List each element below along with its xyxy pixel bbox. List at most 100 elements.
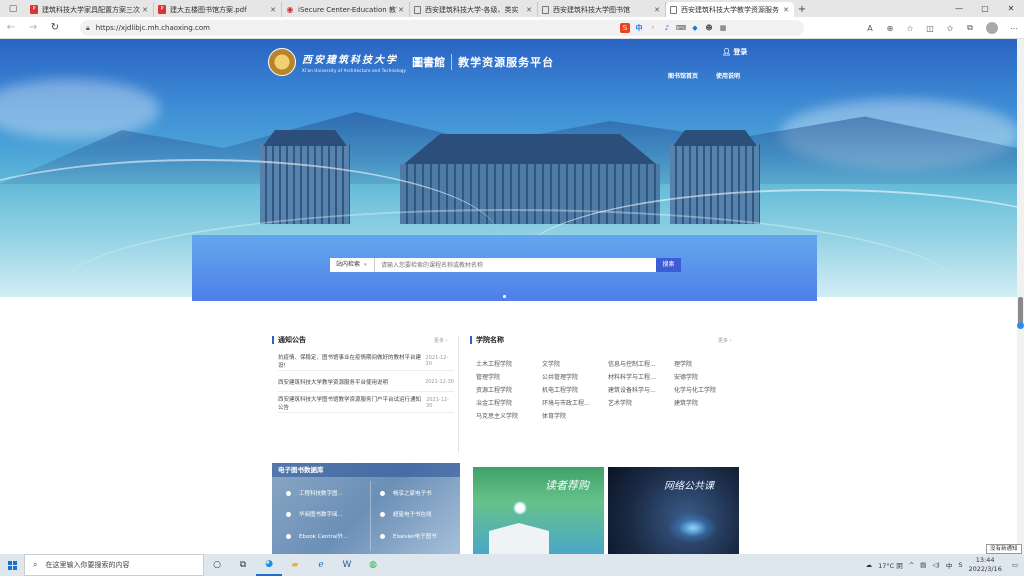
ie-browser-icon[interactable]: ℯ <box>308 554 334 576</box>
tab-4[interactable]: 西安建筑科技大学图书馆 ✕ <box>538 2 666 17</box>
clock[interactable]: 13:44 2022/3/16 <box>969 556 1002 574</box>
college-item[interactable]: 建筑学院 <box>674 398 740 407</box>
close-icon[interactable]: ✕ <box>782 6 790 14</box>
keyboard-icon[interactable]: ⌨ <box>676 23 686 33</box>
ebook-link[interactable]: Ebook Central外... <box>286 532 348 540</box>
more-menu-icon[interactable]: ⋯ <box>1004 24 1024 33</box>
notice-panel: 通知公告 更多 › 抗疫情、保稳定、图书馆事业在疫情期间做好的教材平台建设! 2… <box>272 335 454 455</box>
notice-item[interactable]: 西安建筑科技大学图书馆教学资源服务门户平台试运行通知公告 2021-12-30 <box>278 393 454 413</box>
college-item[interactable]: 冶金工程学院 <box>476 398 542 407</box>
new-tab-button[interactable]: + <box>794 2 810 17</box>
volume-icon[interactable]: ◁) <box>932 561 940 569</box>
ebook-link-label: 畅享之家电子书 <box>393 491 432 497</box>
person-icon[interactable]: ☻ <box>704 23 714 33</box>
sogou-icon[interactable]: S <box>620 23 630 33</box>
close-icon[interactable]: ✕ <box>525 6 533 14</box>
vertical-scrollbar[interactable] <box>1017 39 1024 554</box>
search-scope-label: 站内检索 <box>336 261 361 268</box>
favorites-icon[interactable]: ✩ <box>940 24 960 33</box>
online-course-banner[interactable]: 网络公共课 <box>608 467 739 554</box>
wechat-icon[interactable]: ◍ <box>360 554 386 576</box>
college-item[interactable]: 信息与控制工程... <box>608 359 674 368</box>
tab-2[interactable]: ◉ iSecure Center-Education 教育科 ✕ <box>282 2 410 17</box>
taskbar-search-box[interactable]: ⌕ 在这里输入你要搜索的内容 <box>24 554 204 576</box>
sogou-tray-icon[interactable]: S <box>958 561 962 569</box>
college-item[interactable]: 公共管理学院 <box>542 372 608 381</box>
voice-icon[interactable]: ♪ <box>662 23 672 33</box>
college-item[interactable]: 土木工程学院 <box>476 359 542 368</box>
maximize-icon[interactable]: ▢ <box>972 0 998 17</box>
tab-5-active[interactable]: 西安建筑科技大学教学资源服务 ✕ <box>666 2 794 17</box>
pdf-icon: P <box>158 5 166 14</box>
close-icon[interactable]: ✕ <box>141 6 149 14</box>
network-icon[interactable]: ▤ <box>920 561 926 569</box>
ebook-link[interactable]: 工程科技数字图... <box>286 489 343 497</box>
minimize-icon[interactable]: — <box>946 0 972 17</box>
task-view-icon[interactable]: ⧉ <box>230 554 256 576</box>
tab-1[interactable]: P 建大五楼图书馆方案.pdf ✕ <box>154 2 282 17</box>
reader-recommend-banner[interactable]: 读者荐购 <box>473 467 604 554</box>
ime-icon[interactable]: 中 <box>634 23 644 33</box>
nav-library-home[interactable]: 图书馆首页 <box>668 71 698 80</box>
college-item[interactable]: 管理学院 <box>476 372 542 381</box>
tab-actions-icon[interactable]: ▢ <box>0 0 26 17</box>
grid-icon[interactable]: ▦ <box>718 23 728 33</box>
start-button[interactable] <box>0 554 24 576</box>
word-icon[interactable]: W <box>334 554 360 576</box>
college-item[interactable]: 化学与化工学院 <box>674 385 740 394</box>
login-link[interactable]: 👤︎ 登录 <box>722 47 747 57</box>
ebook-link[interactable]: 畅享之家电子书 <box>380 489 432 497</box>
split-screen-icon[interactable]: ◫ <box>920 24 940 33</box>
college-item[interactable]: 理学院 <box>674 359 740 368</box>
profile-avatar[interactable] <box>986 22 998 34</box>
notice-item[interactable]: 西安建筑科技大学教学资源服务平台使用说明 2021-12-30 <box>278 372 454 392</box>
close-icon[interactable]: ✕ <box>653 6 661 14</box>
ebook-link[interactable]: Elsevier电子图书 <box>380 532 437 540</box>
tablet-glow-image <box>668 513 718 543</box>
college-item[interactable]: 艺术学院 <box>608 398 674 407</box>
tab-3[interactable]: 西安建筑科技大学-各级、类实 ✕ <box>410 2 538 17</box>
college-more-link[interactable]: 更多 › <box>718 337 732 344</box>
tab-0[interactable]: P 建筑科技大学家具配置方案三次 ✕ <box>26 2 154 17</box>
college-item[interactable]: 马克思主义学院 <box>476 411 542 420</box>
college-item[interactable]: 安德学院 <box>674 372 740 381</box>
college-item[interactable]: 建筑设备科学与... <box>608 385 674 394</box>
close-icon[interactable]: ✕ <box>269 6 277 14</box>
college-item[interactable]: 材料科学与工程... <box>608 372 674 381</box>
search-input[interactable] <box>375 258 656 272</box>
notice-item[interactable]: 抗疫情、保稳定、图书馆事业在疫情期间做好的教材平台建设! 2021-12-30 <box>278 351 454 371</box>
college-item[interactable]: 资源工程学院 <box>476 385 542 394</box>
notification-center-icon[interactable]: ▭ <box>1012 561 1018 569</box>
college-item[interactable]: 体育学院 <box>542 411 608 420</box>
search-scope-select[interactable]: 站内检索 ▾ <box>330 258 375 272</box>
refresh-icon[interactable]: ↻ <box>44 22 66 33</box>
back-icon[interactable]: ← <box>0 22 22 33</box>
collections-icon[interactable]: ⧉ <box>960 23 980 33</box>
site-logo[interactable]: 西安建筑科技大学 Xi'an University of Architectur… <box>268 47 554 77</box>
college-item[interactable]: 机电工程学院 <box>542 385 608 394</box>
tray-chevron-icon[interactable]: ^ <box>909 561 914 569</box>
search-panel: 站内检索▾ 搜索 <box>192 235 817 301</box>
ebook-link[interactable]: 超星电子书在线 <box>380 510 432 518</box>
college-item[interactable]: 文学院 <box>542 359 608 368</box>
college-item[interactable]: 环境与市政工程... <box>542 398 608 407</box>
nav-instructions[interactable]: 使用说明 <box>716 71 740 80</box>
cortana-icon[interactable]: ○ <box>204 554 230 576</box>
close-window-icon[interactable]: ✕ <box>998 0 1024 17</box>
punctuation-icon[interactable]: ◦ <box>648 23 658 33</box>
file-explorer-icon[interactable]: ▰ <box>282 554 308 576</box>
forward-icon[interactable]: → <box>22 22 44 33</box>
zoom-icon[interactable]: ⊕ <box>880 24 900 33</box>
favorite-star-icon[interactable]: ☆ <box>900 24 920 33</box>
edge-browser-icon[interactable]: ◕ <box>256 554 282 576</box>
read-aloud-icon[interactable]: A <box>860 24 880 33</box>
carousel-indicator[interactable] <box>503 295 506 298</box>
ebook-link[interactable]: 华阅图书数字阅... <box>286 510 343 518</box>
ime-indicator[interactable]: 中 <box>946 560 953 570</box>
search-button[interactable]: 搜索 <box>656 258 681 272</box>
weather-text[interactable]: 17°C 阴 <box>878 560 903 570</box>
close-icon[interactable]: ✕ <box>397 6 405 14</box>
notice-more-link[interactable]: 更多 › <box>434 337 448 344</box>
skin-icon[interactable]: ◆ <box>690 23 700 33</box>
weather-icon[interactable]: ☁ <box>866 561 873 569</box>
